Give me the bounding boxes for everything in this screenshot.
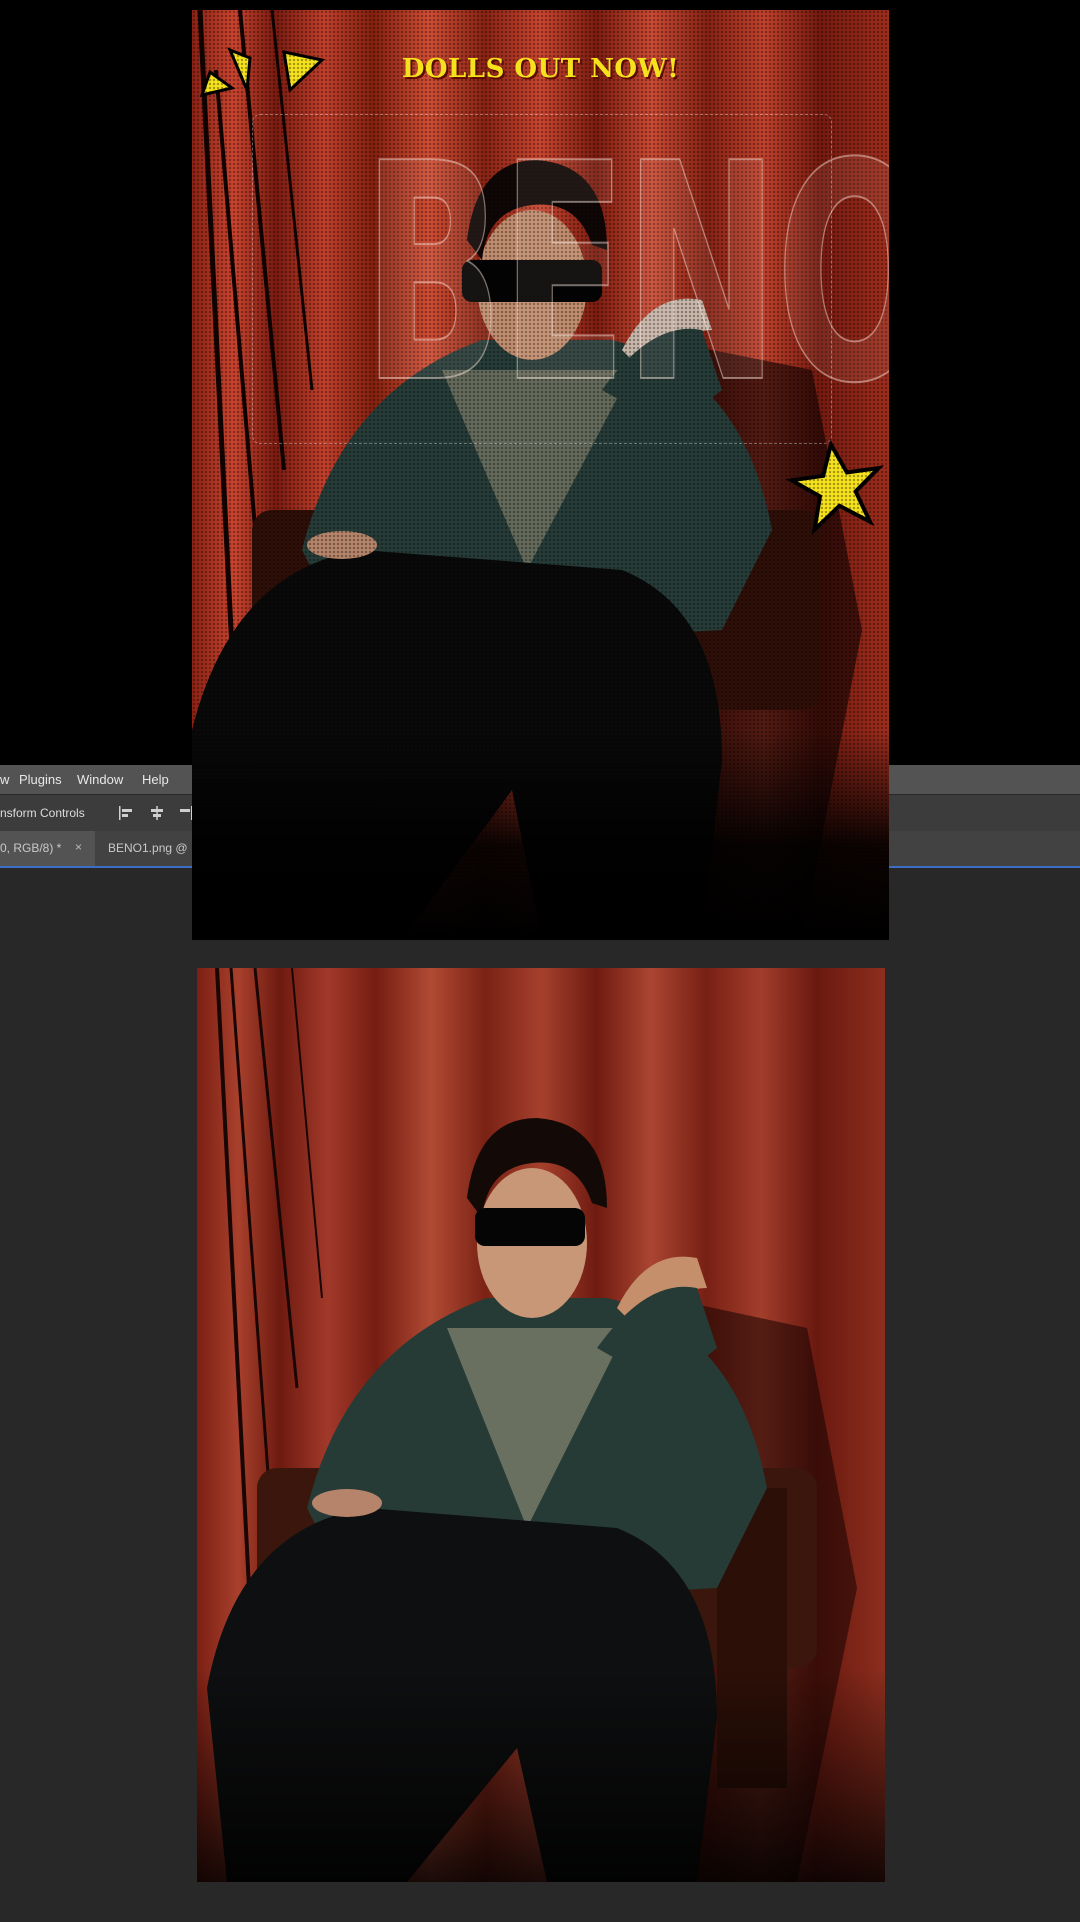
- menu-window[interactable]: Window: [77, 772, 123, 787]
- align-left-icon[interactable]: [118, 806, 134, 820]
- photo-drawing: [197, 968, 885, 1882]
- transform-controls-checkbox-label[interactable]: nsform Controls: [0, 806, 85, 820]
- poster-preview[interactable]: BENO DOLLS OUT NOW!: [192, 10, 889, 940]
- menu-view[interactable]: w: [0, 772, 9, 787]
- document-tab-active[interactable]: 0, RGB/8) *: [0, 841, 61, 855]
- menu-help[interactable]: Help: [142, 772, 169, 787]
- poster-bottom-shade: [192, 730, 889, 940]
- menu-plugins[interactable]: Plugins: [19, 772, 62, 787]
- tab-close-icon[interactable]: ×: [75, 840, 82, 854]
- poster-name-text[interactable]: BENO: [362, 109, 889, 441]
- poster-headline[interactable]: DOLLS OUT NOW!: [192, 54, 889, 84]
- align-center-icon[interactable]: [149, 806, 165, 820]
- original-photo[interactable]: [197, 968, 885, 1882]
- document-tab-beno1[interactable]: BENO1.png @: [108, 841, 188, 855]
